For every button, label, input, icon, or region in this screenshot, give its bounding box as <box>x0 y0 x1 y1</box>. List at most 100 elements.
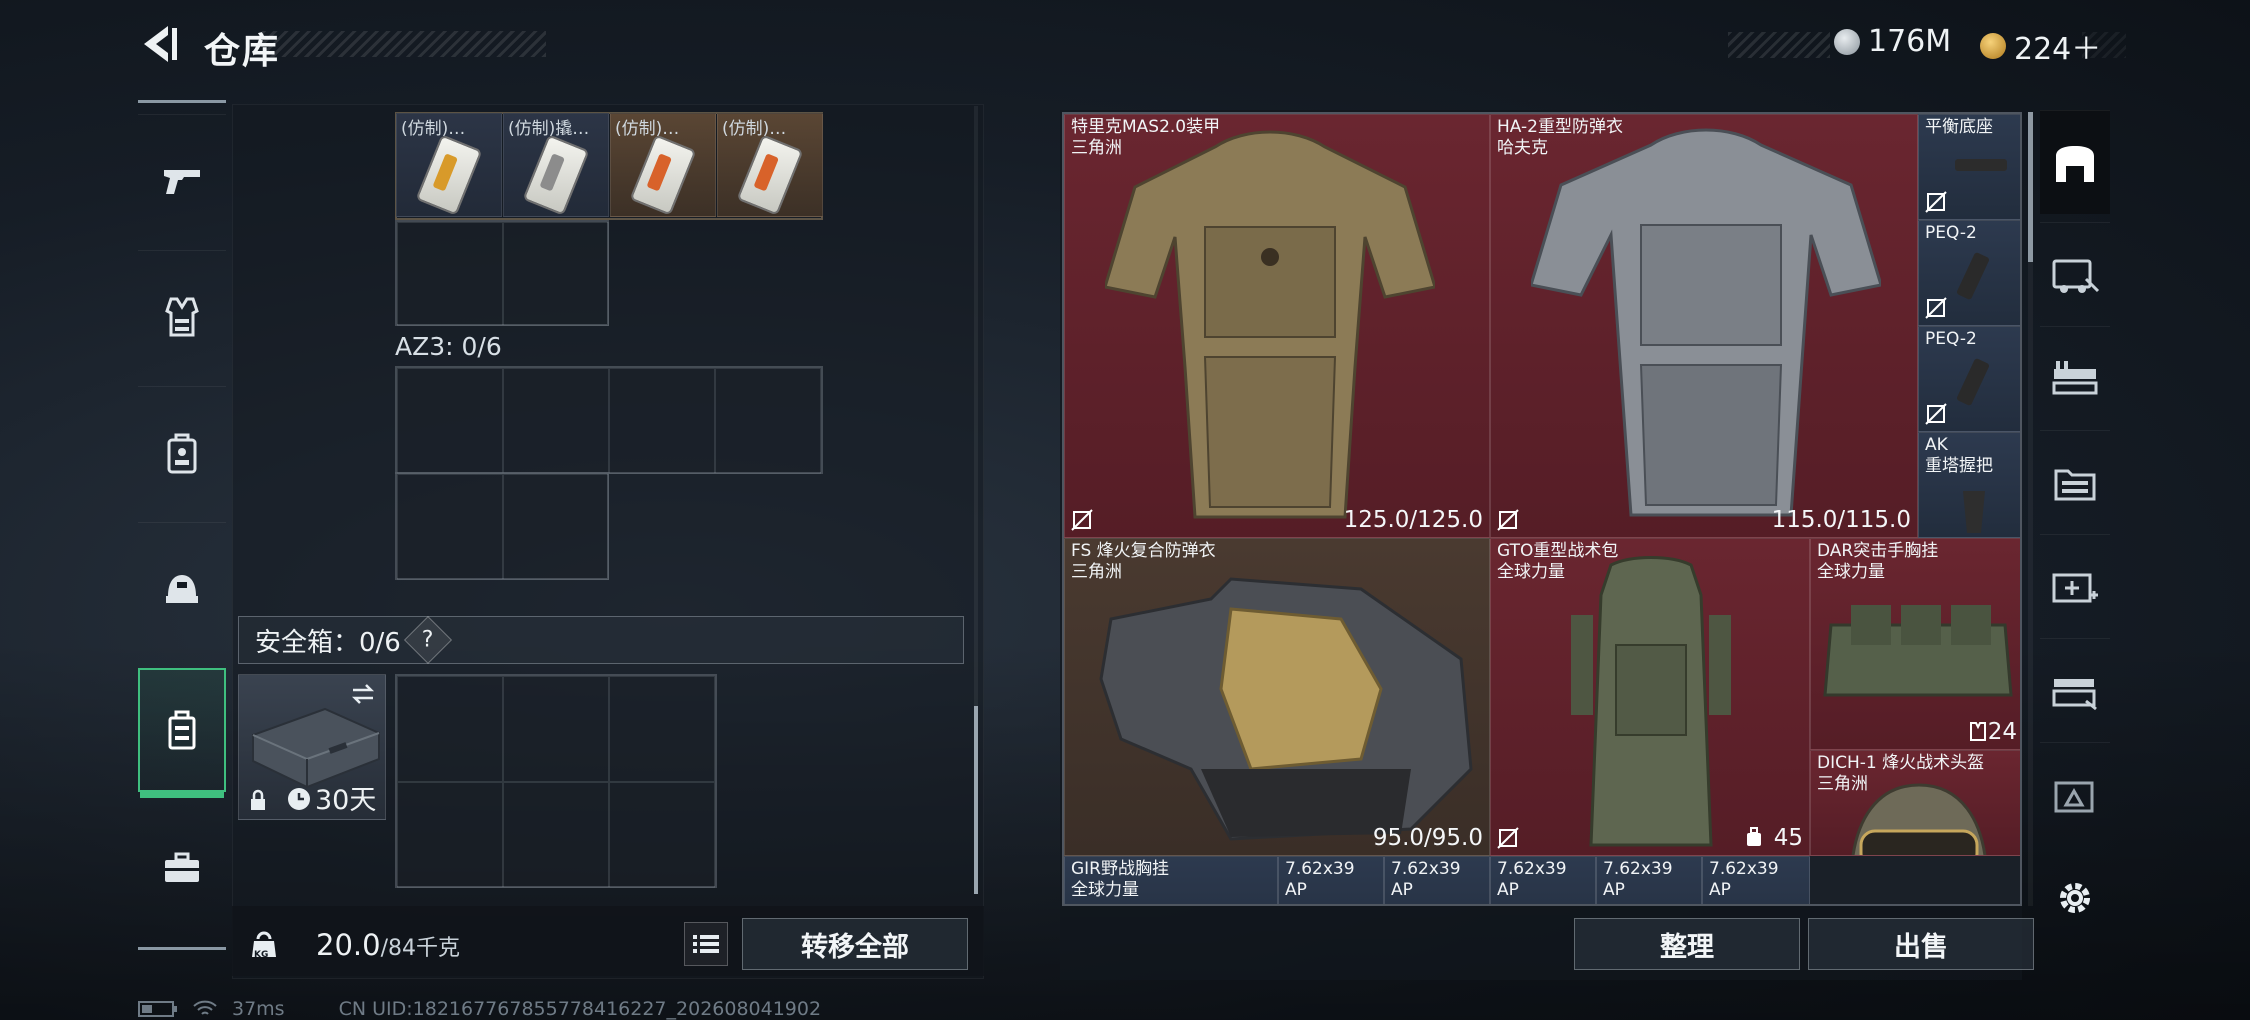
durability-value: 115.0/115.0 <box>1771 507 1911 533</box>
item-name: PEQ-2 <box>1925 223 1977 243</box>
item-card-4[interactable]: (仿制)… <box>717 113 823 217</box>
stash-item-peq2-a[interactable]: PEQ-2 <box>1918 220 2020 326</box>
stash-item-ammo-2[interactable]: 7.62x39 AP <box>1384 856 1490 904</box>
tab-stash-home[interactable] <box>2040 110 2110 214</box>
no-insure-icon <box>1497 509 1519 531</box>
grid-slot[interactable] <box>397 368 503 474</box>
gun-upgrade-icon <box>2052 678 2097 710</box>
safebox-icon <box>168 710 196 750</box>
storage-scrollbar[interactable] <box>974 106 978 894</box>
no-insure-icon <box>1925 297 1947 319</box>
scrollbar-thumb[interactable] <box>974 706 978 894</box>
sell-button[interactable]: 出售 <box>1808 918 2034 970</box>
stash-item-base[interactable]: 平衡底座 <box>1918 114 2020 220</box>
keycard-icon <box>522 134 590 216</box>
transfer-all-button[interactable]: 转移全部 <box>742 918 968 970</box>
grid-slot[interactable] <box>397 222 503 326</box>
grid-slot[interactable] <box>503 782 609 888</box>
user-uid: CN UID:1821677678557784162​27_2026080419… <box>338 998 822 1020</box>
list-view-button[interactable] <box>684 922 728 966</box>
category-helmet[interactable] <box>138 522 226 654</box>
capacity-value: 24 <box>1987 719 2017 745</box>
stash-item-helmet[interactable]: DICH-1 烽火战术头盔 三角洲 <box>1810 750 2020 856</box>
coin-amount: 176M <box>1868 24 1952 59</box>
stash-item-ammo-5[interactable]: 7.62x39 AP <box>1702 856 1810 904</box>
grid-slot[interactable] <box>503 368 609 474</box>
stash-item-ammo-1[interactable]: 7.62x39 AP <box>1278 856 1384 904</box>
stash-item-ak-grip[interactable]: AK 重塔握把 <box>1918 432 2020 538</box>
stash-item-armor-mas[interactable]: 特里克MAS2.0装甲 三角洲 125.0/125.0 <box>1064 114 1490 538</box>
item-card-3[interactable]: (仿制)… <box>610 113 716 217</box>
stash-item-armor-fs[interactable]: FS 烽火复合防弹衣 三角洲 95.0/95.0 <box>1064 538 1490 856</box>
capacity-icon <box>1747 827 1761 846</box>
az3-grid-row1 <box>395 366 823 474</box>
safebox-header: 安全箱：0/6 ? <box>238 615 964 665</box>
item-name: (仿制)… <box>615 119 680 139</box>
vest-icon <box>165 297 199 336</box>
grid-slot[interactable] <box>715 368 821 474</box>
no-insure-icon <box>1497 827 1519 849</box>
category-backpack[interactable] <box>138 386 226 518</box>
category-safebox[interactable] <box>138 668 226 798</box>
tab-medkit[interactable] <box>2040 534 2110 638</box>
weight-current: 20.0 <box>316 928 381 962</box>
tab-weapon-bench[interactable] <box>2040 326 2110 430</box>
chest-rig-image <box>1823 605 2013 697</box>
tab-stack[interactable] <box>2040 742 2110 846</box>
laser-module-image <box>1957 252 1989 300</box>
back-button[interactable] <box>138 22 180 66</box>
safebox-grid <box>395 674 717 888</box>
capacity-value: 45 <box>1773 825 1803 851</box>
ping-value: 37ms <box>232 998 285 1020</box>
grid-slot[interactable] <box>503 676 609 782</box>
item-card-1[interactable]: (仿制)… <box>396 113 502 217</box>
item-name: 7.62x39 AP <box>1285 859 1355 900</box>
stash-item-peq2-b[interactable]: PEQ-2 <box>1918 326 2020 432</box>
grid-slot[interactable] <box>397 676 503 782</box>
pistol-icon <box>164 169 200 194</box>
category-armor[interactable] <box>138 250 226 382</box>
tab-vehicle[interactable] <box>2040 222 2110 326</box>
item-card-2[interactable]: (仿制)撬… <box>503 113 609 217</box>
backpack-icon <box>167 433 197 473</box>
no-insure-icon <box>1925 403 1947 425</box>
item-name: 7.62x39 AP <box>1603 859 1673 900</box>
stash-item-ammo-3[interactable]: 7.62x39 AP <box>1490 856 1596 904</box>
category-weapons[interactable] <box>138 114 226 246</box>
stash-scrollbar[interactable] <box>2028 112 2033 906</box>
grid-slot[interactable] <box>503 474 609 580</box>
capacity-icon <box>1970 722 1986 741</box>
stack-icon <box>2054 781 2094 812</box>
laser-module-image <box>1957 358 1989 406</box>
tab-gun-upgrade[interactable] <box>2040 638 2110 742</box>
scrollbar-thumb[interactable] <box>2028 112 2033 262</box>
clock-icon <box>288 788 310 810</box>
grid-slot[interactable] <box>609 676 715 782</box>
armor-plate-image <box>1099 577 1473 841</box>
silver-coin-icon <box>1834 28 1860 55</box>
settings-button[interactable] <box>2040 846 2110 950</box>
tab-folders[interactable] <box>2040 430 2110 534</box>
stash-item-gir-rig[interactable]: GIR野战胸挂 全球力量 <box>1064 856 1278 904</box>
grid-slot[interactable] <box>397 782 503 888</box>
durability-value: 95.0/95.0 <box>1372 825 1483 851</box>
safebox-case[interactable]: 30天 <box>238 674 386 820</box>
grid-slot[interactable] <box>609 782 715 888</box>
category-toolbox[interactable] <box>138 802 226 934</box>
stash-item-gto-pack[interactable]: GTO重型战术包 全球力量 45 <box>1490 538 1810 856</box>
weapon-bench-icon <box>2052 360 2098 394</box>
medkit-icon <box>2052 573 2098 602</box>
safebox-duration: 30天 <box>315 785 377 816</box>
toolbox-icon <box>165 852 199 882</box>
category-bar <box>138 102 226 952</box>
grid-slot[interactable] <box>609 368 715 474</box>
stash-item-armor-ha2[interactable]: HA-2重型防弹衣 哈夫克 115.0/115.0 <box>1490 114 1918 538</box>
grid-slot[interactable] <box>397 474 503 580</box>
stash-item-dar-rig[interactable]: DAR突击手胸挂 全球力量 24 <box>1810 538 2020 750</box>
back-arrow-icon <box>144 26 177 62</box>
sort-button[interactable]: 整理 <box>1574 918 1800 970</box>
grid-slot[interactable] <box>503 222 609 326</box>
stash-item-ammo-4[interactable]: 7.62x39 AP <box>1596 856 1702 904</box>
help-button[interactable]: ? <box>403 615 452 665</box>
keycard-icon <box>629 134 697 216</box>
